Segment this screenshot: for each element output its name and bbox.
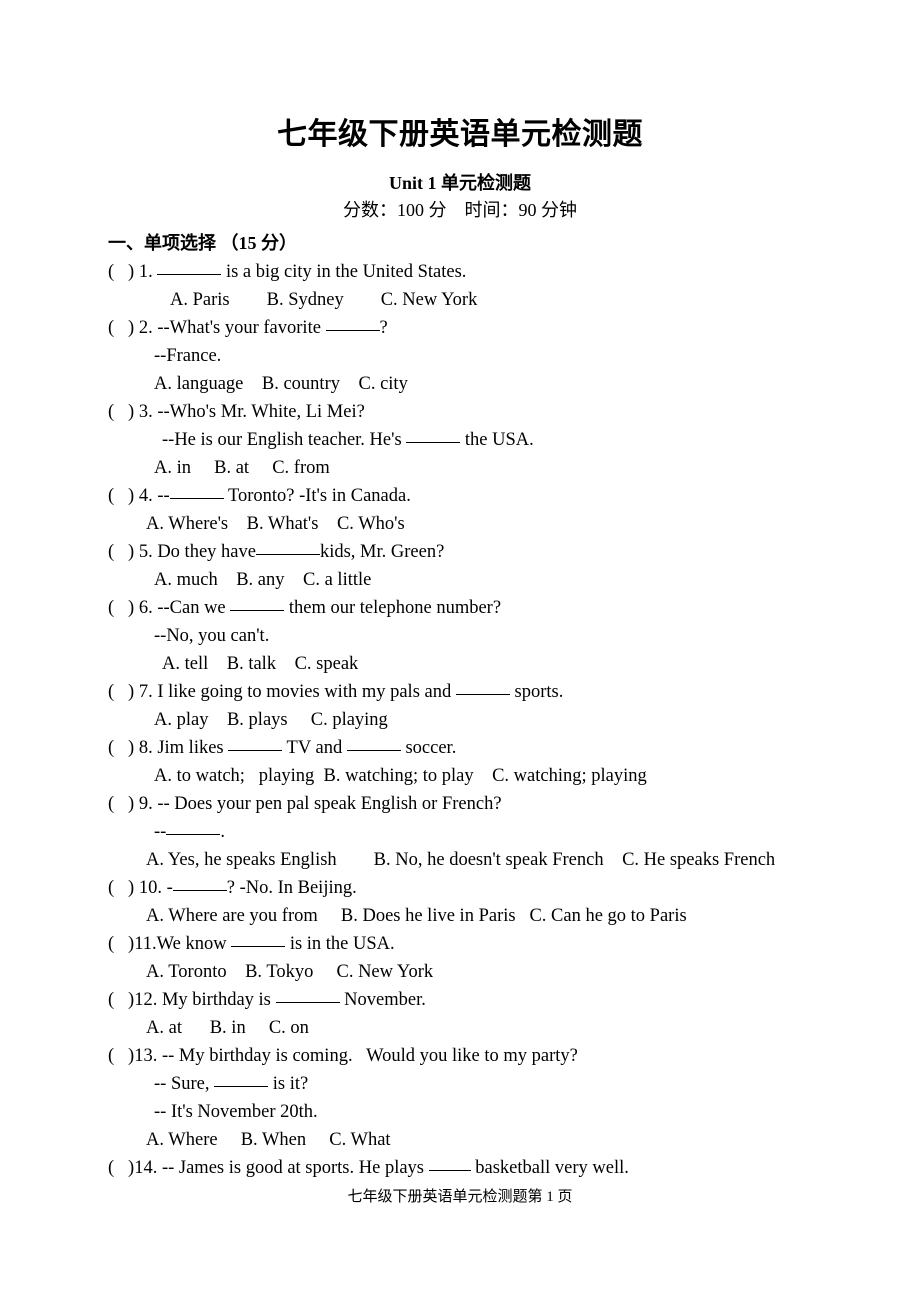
question-text: Toronto? -It's in Canada. xyxy=(223,486,411,506)
question-options: A. much B. any C. a little xyxy=(154,570,372,590)
question-marker: ( ) 4. -- xyxy=(108,486,170,506)
question-reply-2: -- It's November 20th. xyxy=(154,1102,318,1122)
question-stem: ( ) 5. Do they have kids, Mr. Green? xyxy=(108,538,908,566)
question-options: A. Yes, he speaks English B. No, he does… xyxy=(146,850,776,870)
question-options: A. play B. plays C. playing xyxy=(154,710,388,730)
question-options: A. Where's B. What's C. Who's xyxy=(146,514,405,534)
reply-text-after: the USA. xyxy=(460,430,534,450)
question-stem: ( ) 1. is a big city in the United State… xyxy=(108,258,908,286)
answer-blank xyxy=(325,330,380,331)
question-options: A. to watch; playing B. watching; to pla… xyxy=(154,766,647,786)
question-stem: ( ) 9. -- Does your pen pal speak Englis… xyxy=(108,794,502,814)
question-marker: ( ) 5. Do they have xyxy=(108,542,256,562)
reply-text-before: -- Sure, xyxy=(154,1074,215,1094)
question-stem: ( ) 2. --What's your favorite ? xyxy=(108,314,908,342)
answer-blank xyxy=(231,946,286,947)
reply-text-after: . xyxy=(220,822,225,842)
reply-text-before: --He is our English teacher. He's xyxy=(162,430,407,450)
reply-text-after: is it? xyxy=(268,1074,309,1094)
unit-subtitle: Unit 1 单元检测题 xyxy=(388,173,531,193)
question-reply: --France. xyxy=(154,346,222,366)
question-options: A. Toronto B. Tokyo C. New York xyxy=(146,962,434,982)
answer-blank xyxy=(230,610,285,611)
question-text: sports. xyxy=(509,682,564,702)
question-marker: ( ) 2. --What's your favorite xyxy=(108,318,326,338)
question-text: ? xyxy=(379,318,388,338)
question-text: them our telephone number? xyxy=(284,598,502,618)
question-text-2: soccer. xyxy=(400,738,457,758)
question-marker: ( )12. My birthday is xyxy=(108,990,276,1010)
question-text: is in the USA. xyxy=(285,934,395,954)
question-reply: --He is our English teacher. He's the US… xyxy=(108,426,908,454)
question-reply: --. xyxy=(108,818,908,846)
question-text: November. xyxy=(339,990,426,1010)
answer-blank xyxy=(166,834,221,835)
answer-blank xyxy=(406,442,461,443)
question-marker: ( )14. -- James is good at sports. He pl… xyxy=(108,1158,429,1178)
question-stem: ( )11.We know is in the USA. xyxy=(108,930,908,958)
question-stem: ( ) 7. I like going to movies with my pa… xyxy=(108,678,908,706)
answer-blank xyxy=(255,554,320,555)
exam-paper-page: 七年级下册英语单元检测题 Unit 1 单元检测题 分数：100 分 时间：90… xyxy=(0,0,920,1300)
question-options: A. at B. in C. on xyxy=(146,1018,309,1038)
question-marker: ( ) 10. - xyxy=(108,878,173,898)
exam-content: 一、单项选择 （15 分） ( ) 1. is a big city in th… xyxy=(108,230,908,1182)
question-options: A. language B. country C. city xyxy=(154,374,408,394)
question-text: TV and xyxy=(282,738,347,758)
question-stem: ( )12. My birthday is November. xyxy=(108,986,908,1014)
question-stem: ( ) 6. --Can we them our telephone numbe… xyxy=(108,594,908,622)
question-options: A. in B. at C. from xyxy=(154,458,330,478)
question-stem: ( ) 8. Jim likes TV and soccer. xyxy=(108,734,908,762)
question-options: A. Paris B. Sydney C. New York xyxy=(170,290,478,310)
score-time-meta: 分数：100 分 时间：90 分钟 xyxy=(343,200,577,220)
answer-blank xyxy=(428,1170,471,1171)
question-stem: ( ) 3. --Who's Mr. White, Li Mei? xyxy=(108,402,365,422)
question-marker: ( ) 6. --Can we xyxy=(108,598,231,618)
question-marker: ( ) 7. I like going to movies with my pa… xyxy=(108,682,456,702)
question-options: A. Where B. When C. What xyxy=(146,1130,391,1150)
answer-blank xyxy=(169,498,224,499)
question-stem: ( )13. -- My birthday is coming. Would y… xyxy=(108,1046,578,1066)
question-text: kids, Mr. Green? xyxy=(319,542,445,562)
question-text: ? -No. In Beijing. xyxy=(226,878,357,898)
answer-blank xyxy=(228,750,283,751)
question-marker: ( )11.We know xyxy=(108,934,232,954)
answer-blank xyxy=(172,890,227,891)
question-marker: ( ) 8. Jim likes xyxy=(108,738,229,758)
answer-blank xyxy=(275,1002,340,1003)
question-options: A. tell B. talk C. speak xyxy=(162,654,359,674)
reply-text-before: -- xyxy=(154,822,167,842)
answer-blank xyxy=(157,274,222,275)
page-title: 七年级下册英语单元检测题 xyxy=(277,118,643,151)
question-options: A. Where are you from B. Does he live in… xyxy=(146,906,687,926)
question-text: is a big city in the United States. xyxy=(221,262,467,282)
question-stem: ( ) 10. - ? -No. In Beijing. xyxy=(108,874,908,902)
question-text: basketball very well. xyxy=(470,1158,629,1178)
page-footer: 七年级下册英语单元检测题第 1 页 xyxy=(347,1189,573,1205)
section-heading-multiple-choice: 一、单项选择 （15 分） xyxy=(108,233,297,253)
question-stem: ( ) 4. -- Toronto? -It's in Canada. xyxy=(108,482,908,510)
question-reply: -- Sure, is it? xyxy=(108,1070,908,1098)
answer-blank xyxy=(214,1086,269,1087)
question-marker: ( ) 1. xyxy=(108,262,158,282)
question-stem: ( )14. -- James is good at sports. He pl… xyxy=(108,1154,908,1182)
answer-blank xyxy=(455,694,510,695)
question-reply: --No, you can't. xyxy=(154,626,270,646)
answer-blank xyxy=(346,750,401,751)
